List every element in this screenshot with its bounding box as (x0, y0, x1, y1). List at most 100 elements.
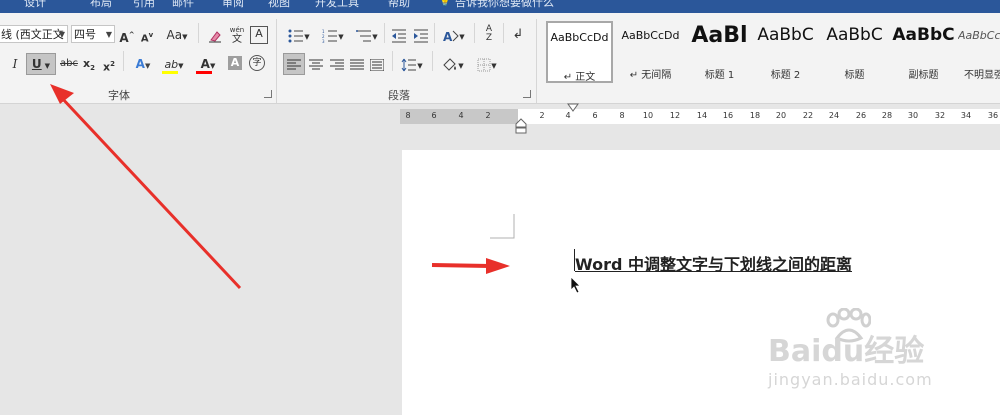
style-name: ↵ 无间隔 (629, 70, 672, 81)
style-preview: AaBbCc (958, 29, 1000, 42)
ruler-tick: 14 (696, 111, 708, 120)
ruler-tick: 36 (987, 111, 999, 120)
change-case-icon[interactable]: Aa▼ (164, 25, 190, 45)
font-name-value: 线 (西文正文 (1, 28, 64, 41)
ribbon: 线 (西文正文 ▼ 四号 ▼ A^ Av Aa▼ wén 文 A I U ▼ abc x… (0, 13, 1000, 104)
borders-icon[interactable]: ▼ (472, 54, 502, 74)
grow-font-icon[interactable]: A^ (118, 25, 136, 45)
text-highlight-icon[interactable]: ab▼ (160, 54, 188, 74)
paragraph-group-label: 段落 (388, 89, 410, 102)
document-text[interactable]: Word 中调整文字与下划线之间的距离 (575, 251, 852, 275)
style-title[interactable]: AaBbC 标题 (821, 21, 888, 83)
ruler-tick: 8 (619, 111, 625, 120)
ruler-tick: 12 (669, 111, 681, 120)
strikethrough-button[interactable]: abc (60, 54, 78, 74)
paragraph-dialog-launcher[interactable] (523, 90, 531, 98)
style-name: 标题 (844, 70, 865, 81)
ruler-tick: 32 (934, 111, 946, 120)
style-heading-1[interactable]: AaBl 标题 1 (686, 21, 753, 83)
enclose-characters-icon[interactable]: 字 (249, 55, 265, 71)
ruler-tick: 28 (881, 111, 893, 120)
horizontal-ruler[interactable]: 8 6 4 2 2 4 6 8 10 12 14 16 18 20 22 24 … (400, 109, 1000, 124)
ruler-tick: 22 (802, 111, 814, 120)
style-heading-2[interactable]: AaBbC 标题 2 (752, 21, 819, 83)
style-preview: AaBl (691, 23, 748, 48)
distributed-align-button[interactable] (368, 54, 386, 74)
tab-layout[interactable]: 布局 (90, 0, 112, 10)
subscript-button[interactable]: x2 (82, 54, 96, 74)
align-right-button[interactable] (328, 54, 346, 74)
ruler-tick: 16 (722, 111, 734, 120)
font-size-combo[interactable]: 四号 ▼ (71, 25, 115, 43)
numbering-icon[interactable]: 1 2 3 ▼ (318, 25, 348, 45)
style-name: ↵ 正文 (563, 72, 596, 83)
divider (536, 19, 537, 103)
style-preview: AaBbCcDd (621, 29, 680, 42)
superscript-button[interactable]: x2 (102, 54, 116, 74)
watermark-brand: Baidu经验 (768, 334, 925, 369)
style-subtitle[interactable]: AaBbC 副标题 (890, 21, 957, 83)
first-line-indent-marker[interactable] (567, 103, 579, 112)
font-color-swatch (196, 71, 212, 74)
text-effects-icon[interactable]: A▼ (130, 54, 156, 74)
tab-help[interactable]: 帮助 (388, 0, 410, 10)
divider (198, 23, 199, 43)
tab-developer[interactable]: 开发工具 (315, 0, 359, 10)
phonetic-guide-icon[interactable]: wén 文 (228, 25, 246, 45)
style-no-spacing[interactable]: AaBbCcDd ↵ 无间隔 (617, 21, 684, 83)
ruler-tick: 4 (458, 111, 464, 120)
style-preview: AaBbC (757, 25, 814, 45)
font-group-label: 字体 (108, 89, 130, 102)
asian-layout-icon[interactable]: A ▼ (440, 25, 468, 45)
tab-mailings[interactable]: 邮件 (172, 0, 194, 10)
italic-button[interactable]: I (9, 54, 21, 74)
ruler-tick: 20 (775, 111, 787, 120)
shrink-font-icon[interactable]: Av (138, 25, 156, 45)
chevron-down-icon[interactable]: ▼ (59, 26, 65, 42)
margin-corner-mark (490, 214, 515, 239)
underline-button[interactable]: U ▼ (26, 53, 56, 75)
font-dialog-launcher[interactable] (264, 90, 272, 98)
ruler-tick: 2 (485, 111, 491, 120)
tab-references[interactable]: 引用 (133, 0, 155, 10)
hanging-indent-marker[interactable] (515, 118, 527, 134)
mouse-pointer-icon (570, 276, 581, 294)
sort-icon[interactable]: AZ (480, 25, 498, 45)
ruler-tick: 6 (431, 111, 437, 120)
line-spacing-icon[interactable]: ▼ (398, 54, 426, 74)
style-normal[interactable]: AaBbCcDd ↵ 正文 (546, 21, 613, 83)
character-shading-icon[interactable]: A (228, 56, 242, 70)
tab-view[interactable]: 视图 (268, 0, 290, 10)
align-left-button[interactable] (283, 53, 305, 75)
tab-design[interactable]: 设计 (24, 0, 46, 10)
multilevel-list-icon[interactable]: ▼ (352, 25, 382, 45)
align-center-button[interactable] (307, 54, 325, 74)
ruler-tick: 2 (539, 111, 545, 120)
style-name: 副标题 (908, 70, 939, 81)
tell-me-search[interactable]: 告诉我你想要做什么 (455, 0, 554, 10)
font-name-combo[interactable]: 线 (西文正文 ▼ (0, 25, 68, 43)
style-name: 不明显强调 (964, 70, 1000, 81)
arrow-to-underline-button (50, 84, 242, 290)
shading-icon[interactable]: ▼ (438, 54, 468, 74)
chevron-down-icon[interactable]: ▼ (106, 26, 112, 42)
style-subtle-emphasis[interactable]: AaBbCc 不明显强调 (958, 21, 1000, 83)
clear-formatting-icon[interactable] (206, 25, 224, 45)
bullets-icon[interactable]: ▼ (284, 25, 314, 45)
divider (392, 51, 393, 71)
ruler-tick: 18 (749, 111, 761, 120)
style-preview: AaBbC (892, 25, 955, 45)
tab-review[interactable]: 审阅 (222, 0, 244, 10)
show-formatting-marks-icon[interactable]: ↲ (510, 25, 526, 45)
decrease-indent-icon[interactable] (390, 25, 408, 45)
ruler-tick: 30 (907, 111, 919, 120)
justify-button[interactable] (348, 54, 366, 74)
ruler-tick: 4 (565, 111, 571, 120)
style-preview: AaBbCcDd (550, 31, 609, 44)
divider (474, 23, 475, 43)
font-color-icon[interactable]: A▼ (194, 54, 222, 74)
increase-indent-icon[interactable] (412, 25, 430, 45)
character-border-icon[interactable]: A (250, 26, 268, 44)
divider (384, 23, 385, 43)
style-name: 标题 1 (704, 70, 735, 81)
